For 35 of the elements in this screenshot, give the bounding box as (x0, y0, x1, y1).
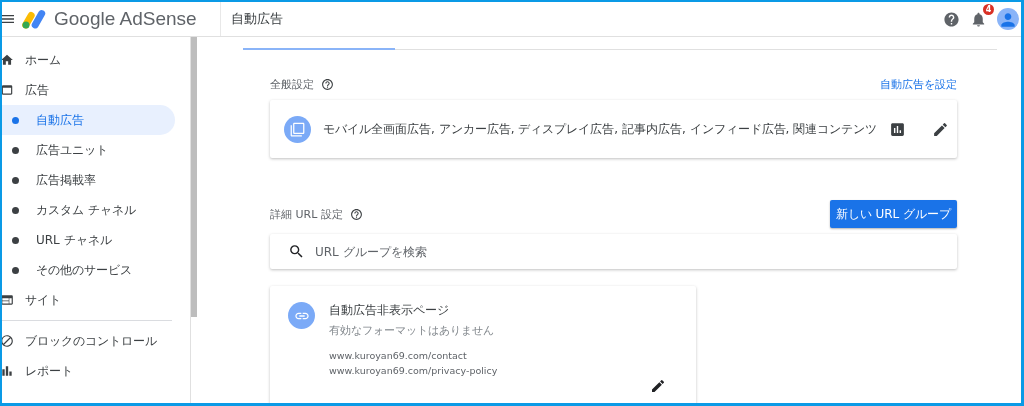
sidebar-label: サイト (25, 291, 61, 309)
notification-badge: 4 (983, 3, 994, 15)
sidebar-item[interactable]: 広告掲載率 (2, 165, 175, 195)
group-subtitle: 有効なフォーマットはありません (329, 323, 495, 338)
sidebar-label: ブロックのコントロール (25, 332, 157, 350)
sidebar-item[interactable]: ホーム (2, 45, 175, 75)
sidebar-label: ホーム (25, 51, 61, 69)
sidebar-item[interactable]: その他のサービス (2, 255, 175, 285)
formats-text: モバイル全画面広告, アンカー広告, ディスプレイ広告, 記事内広告, インフィード広告, 関連コンテンツ (323, 120, 878, 138)
sidebar-item[interactable]: URL チャネル (2, 225, 175, 255)
sidebar-label: カスタム チャネル (36, 201, 136, 219)
url-text: www.kuroyan69.com/privacy-policy (329, 364, 498, 378)
search-field[interactable]: URL グループを検索 (270, 234, 957, 269)
sidebar-label: URL チャネル (36, 231, 112, 249)
sidebar-item[interactable]: 広告 (2, 75, 175, 105)
url-text: www.kuroyan69.com/contact (329, 349, 468, 363)
sidebar-item[interactable]: サイト (2, 285, 175, 315)
section-title: 全般設定 (270, 76, 314, 92)
sidebar-item[interactable]: 自動広告 (2, 105, 175, 135)
sidebar-label: レポート (25, 362, 73, 380)
group-title: 自動広告非表示ページ (329, 302, 450, 319)
setup-link[interactable]: 自動広告を設定 (880, 76, 957, 92)
sidebar-item[interactable]: カスタム チャネル (2, 195, 175, 225)
brand-name: Google AdSense (54, 8, 197, 30)
page-title: 自動広告 (231, 10, 284, 28)
sidebar-label: 広告掲載率 (36, 171, 96, 189)
section-title: 詳細 URL 設定 (270, 206, 343, 222)
sidebar-item[interactable]: 広告ユニット (2, 135, 175, 165)
sidebar-label: 広告ユニット (36, 141, 108, 159)
new-url-group-button[interactable]: 新しい URL グループ (829, 200, 957, 228)
sidebar-item[interactable]: ブロックのコントロール (2, 326, 175, 356)
sidebar-label: その他のサービス (36, 261, 132, 279)
sidebar-label: 広告 (25, 81, 49, 99)
sidebar-item[interactable]: レポート (2, 356, 175, 386)
sidebar-label: 自動広告 (36, 111, 84, 129)
